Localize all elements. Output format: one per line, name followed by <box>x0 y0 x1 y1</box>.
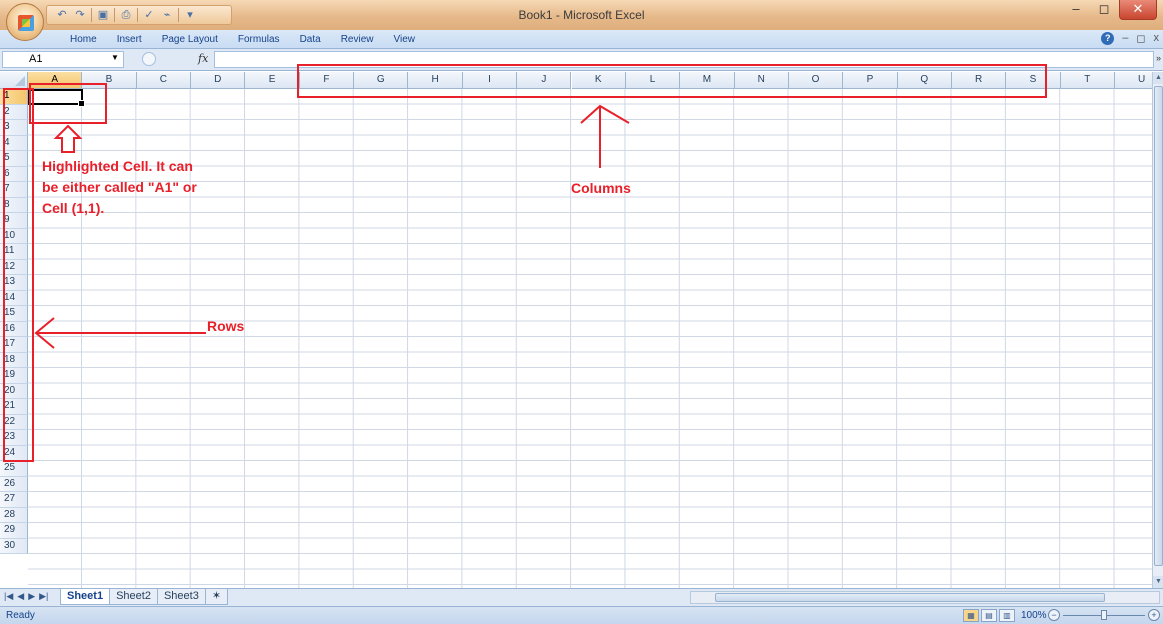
tab-view[interactable]: View <box>383 33 425 46</box>
horizontal-scroll-thumb[interactable] <box>715 593 1105 602</box>
insert-function-icon[interactable]: fx <box>198 52 208 65</box>
expand-formula-bar-icon[interactable]: » <box>1156 53 1161 63</box>
formula-bar-resize-icon[interactable] <box>142 52 156 66</box>
status-mode: Ready <box>6 610 35 621</box>
last-sheet-icon[interactable]: ▶| <box>39 591 48 602</box>
view-buttons: ▦ ▤ ▥ <box>963 609 1015 622</box>
tab-home[interactable]: Home <box>60 33 107 46</box>
tab-insert[interactable]: Insert <box>107 33 152 46</box>
help-icon[interactable]: ? <box>1101 32 1115 45</box>
zoom-knob[interactable] <box>1101 610 1107 620</box>
page-break-view-icon[interactable]: ▥ <box>999 609 1015 622</box>
page-layout-view-icon[interactable]: ▤ <box>981 609 997 622</box>
zoom-out-icon[interactable]: − <box>1048 609 1060 621</box>
column-header-c[interactable]: C <box>136 72 192 89</box>
sheet-tab-sheet2[interactable]: Sheet2 <box>109 589 158 605</box>
annotation-rows-text: Rows <box>207 318 245 334</box>
office-logo-icon <box>18 15 34 31</box>
next-sheet-icon[interactable]: ▶ <box>28 591 35 602</box>
window-controls: – ◻ ✕ <box>1063 0 1157 20</box>
sheet-tab-sheet3[interactable]: Sheet3 <box>156 589 206 605</box>
vertical-scroll-thumb[interactable] <box>1154 86 1163 566</box>
workbook-controls: ? – ◻ x <box>1101 32 1159 45</box>
column-header-e[interactable]: E <box>245 72 300 89</box>
column-header-u[interactable]: U <box>1115 72 1152 89</box>
workbook-close-button[interactable]: x <box>1154 32 1160 45</box>
workbook-restore-button[interactable]: ◻ <box>1136 32 1145 45</box>
annotation-columns-text: Columns <box>571 180 631 196</box>
annotation-rows-box <box>3 88 34 462</box>
annotation-highlighted-cell-text: Highlighted Cell. It can be either calle… <box>42 156 197 219</box>
sheet-tabs: Sheet1 Sheet2 Sheet3 ✶ <box>60 589 229 605</box>
close-button[interactable]: ✕ <box>1119 0 1157 20</box>
insert-sheet-icon[interactable]: ✶ <box>204 589 229 605</box>
row-header-30[interactable]: 30 <box>0 538 28 554</box>
title-bar: ↶ ↷ ▣ ⎙ ✓ ⌁ ▾ Book1 - Microsoft Excel – … <box>0 0 1163 30</box>
first-sheet-icon[interactable]: |◀ <box>4 591 13 602</box>
ribbon-tab-list: Home Insert Page Layout Formulas Data Re… <box>60 33 425 46</box>
name-box[interactable]: A1 <box>2 51 124 68</box>
prev-sheet-icon[interactable]: ◀ <box>17 591 24 602</box>
annotation-line: Highlighted Cell. It can <box>42 158 193 174</box>
office-button[interactable] <box>6 3 44 41</box>
minimize-button[interactable]: – <box>1063 0 1089 20</box>
workbook-minimize-button[interactable]: – <box>1122 32 1128 45</box>
annotation-highlight-box <box>29 83 107 124</box>
vertical-scrollbar[interactable]: ▲ ▼ <box>1152 72 1163 588</box>
normal-view-icon[interactable]: ▦ <box>963 609 979 622</box>
row-header-27[interactable]: 27 <box>0 492 28 508</box>
zoom-slider[interactable]: − + <box>1048 609 1160 623</box>
status-bar: Ready ▦ ▤ ▥ 100% − + <box>0 606 1163 624</box>
sheet-tab-bar: |◀ ◀ ▶ ▶| Sheet1 Sheet2 Sheet3 ✶ <box>0 588 1163 606</box>
scroll-up-icon[interactable]: ▲ <box>1153 72 1163 84</box>
tab-formulas[interactable]: Formulas <box>228 33 290 46</box>
annotation-line: Cell (1,1). <box>42 200 105 216</box>
restore-button[interactable]: ◻ <box>1091 0 1117 20</box>
column-header-t[interactable]: T <box>1060 72 1115 89</box>
tab-page-layout[interactable]: Page Layout <box>152 33 228 46</box>
scroll-down-icon[interactable]: ▼ <box>1153 576 1163 588</box>
sheet-navigation: |◀ ◀ ▶ ▶| <box>4 591 48 602</box>
tab-review[interactable]: Review <box>331 33 384 46</box>
sheet-tab-sheet1[interactable]: Sheet1 <box>60 589 111 605</box>
row-header-29[interactable]: 29 <box>0 523 28 539</box>
annotation-line: be either called "A1" or <box>42 179 197 195</box>
row-header-28[interactable]: 28 <box>0 507 28 523</box>
annotation-columns-box <box>297 64 1047 98</box>
select-all-button[interactable] <box>0 72 28 89</box>
zoom-level[interactable]: 100% <box>1021 610 1047 621</box>
column-header-d[interactable]: D <box>191 72 246 89</box>
worksheet-grid[interactable]: ABCDEFGHIJKLMNOPQRSTU 1 2 3 4 5 6 7 8 9 10 11 12 13 1… <box>0 72 1152 588</box>
formula-tools: fx <box>142 51 214 68</box>
tab-data[interactable]: Data <box>290 33 331 46</box>
zoom-in-icon[interactable]: + <box>1148 609 1160 621</box>
row-header-26[interactable]: 26 <box>0 476 28 492</box>
horizontal-scrollbar[interactable] <box>690 591 1160 604</box>
ribbon-tabs: Home Insert Page Layout Formulas Data Re… <box>0 30 1163 49</box>
name-box-dropdown-icon[interactable]: ▼ <box>111 53 119 62</box>
window-title: Book1 - Microsoft Excel <box>518 8 645 22</box>
row-header-25[interactable]: 25 <box>0 461 28 477</box>
